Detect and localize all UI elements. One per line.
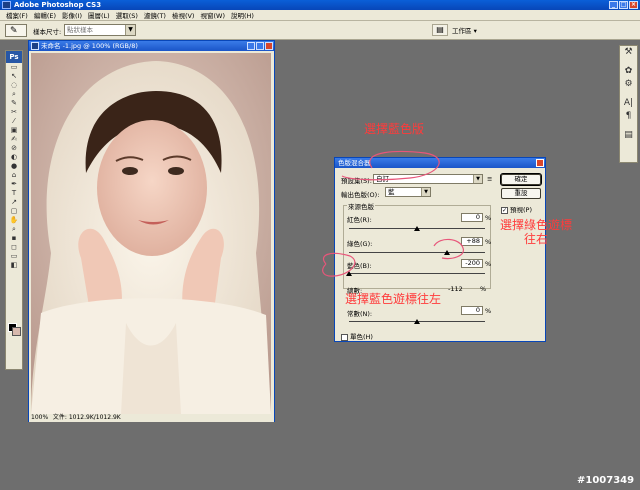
annotation-circle-blue [322, 252, 356, 277]
annotation-circle-green [433, 238, 464, 260]
annotation-circle-preset [341, 150, 440, 181]
annotation-blue-slider: 選擇藍色遊標往左 [345, 292, 442, 306]
annotation-green-slider: 選擇綠色遊標 往右 [500, 218, 573, 246]
annotation-select-blue-channel: 選擇藍色版 [364, 122, 425, 136]
watermark: #1007349 [577, 475, 635, 486]
